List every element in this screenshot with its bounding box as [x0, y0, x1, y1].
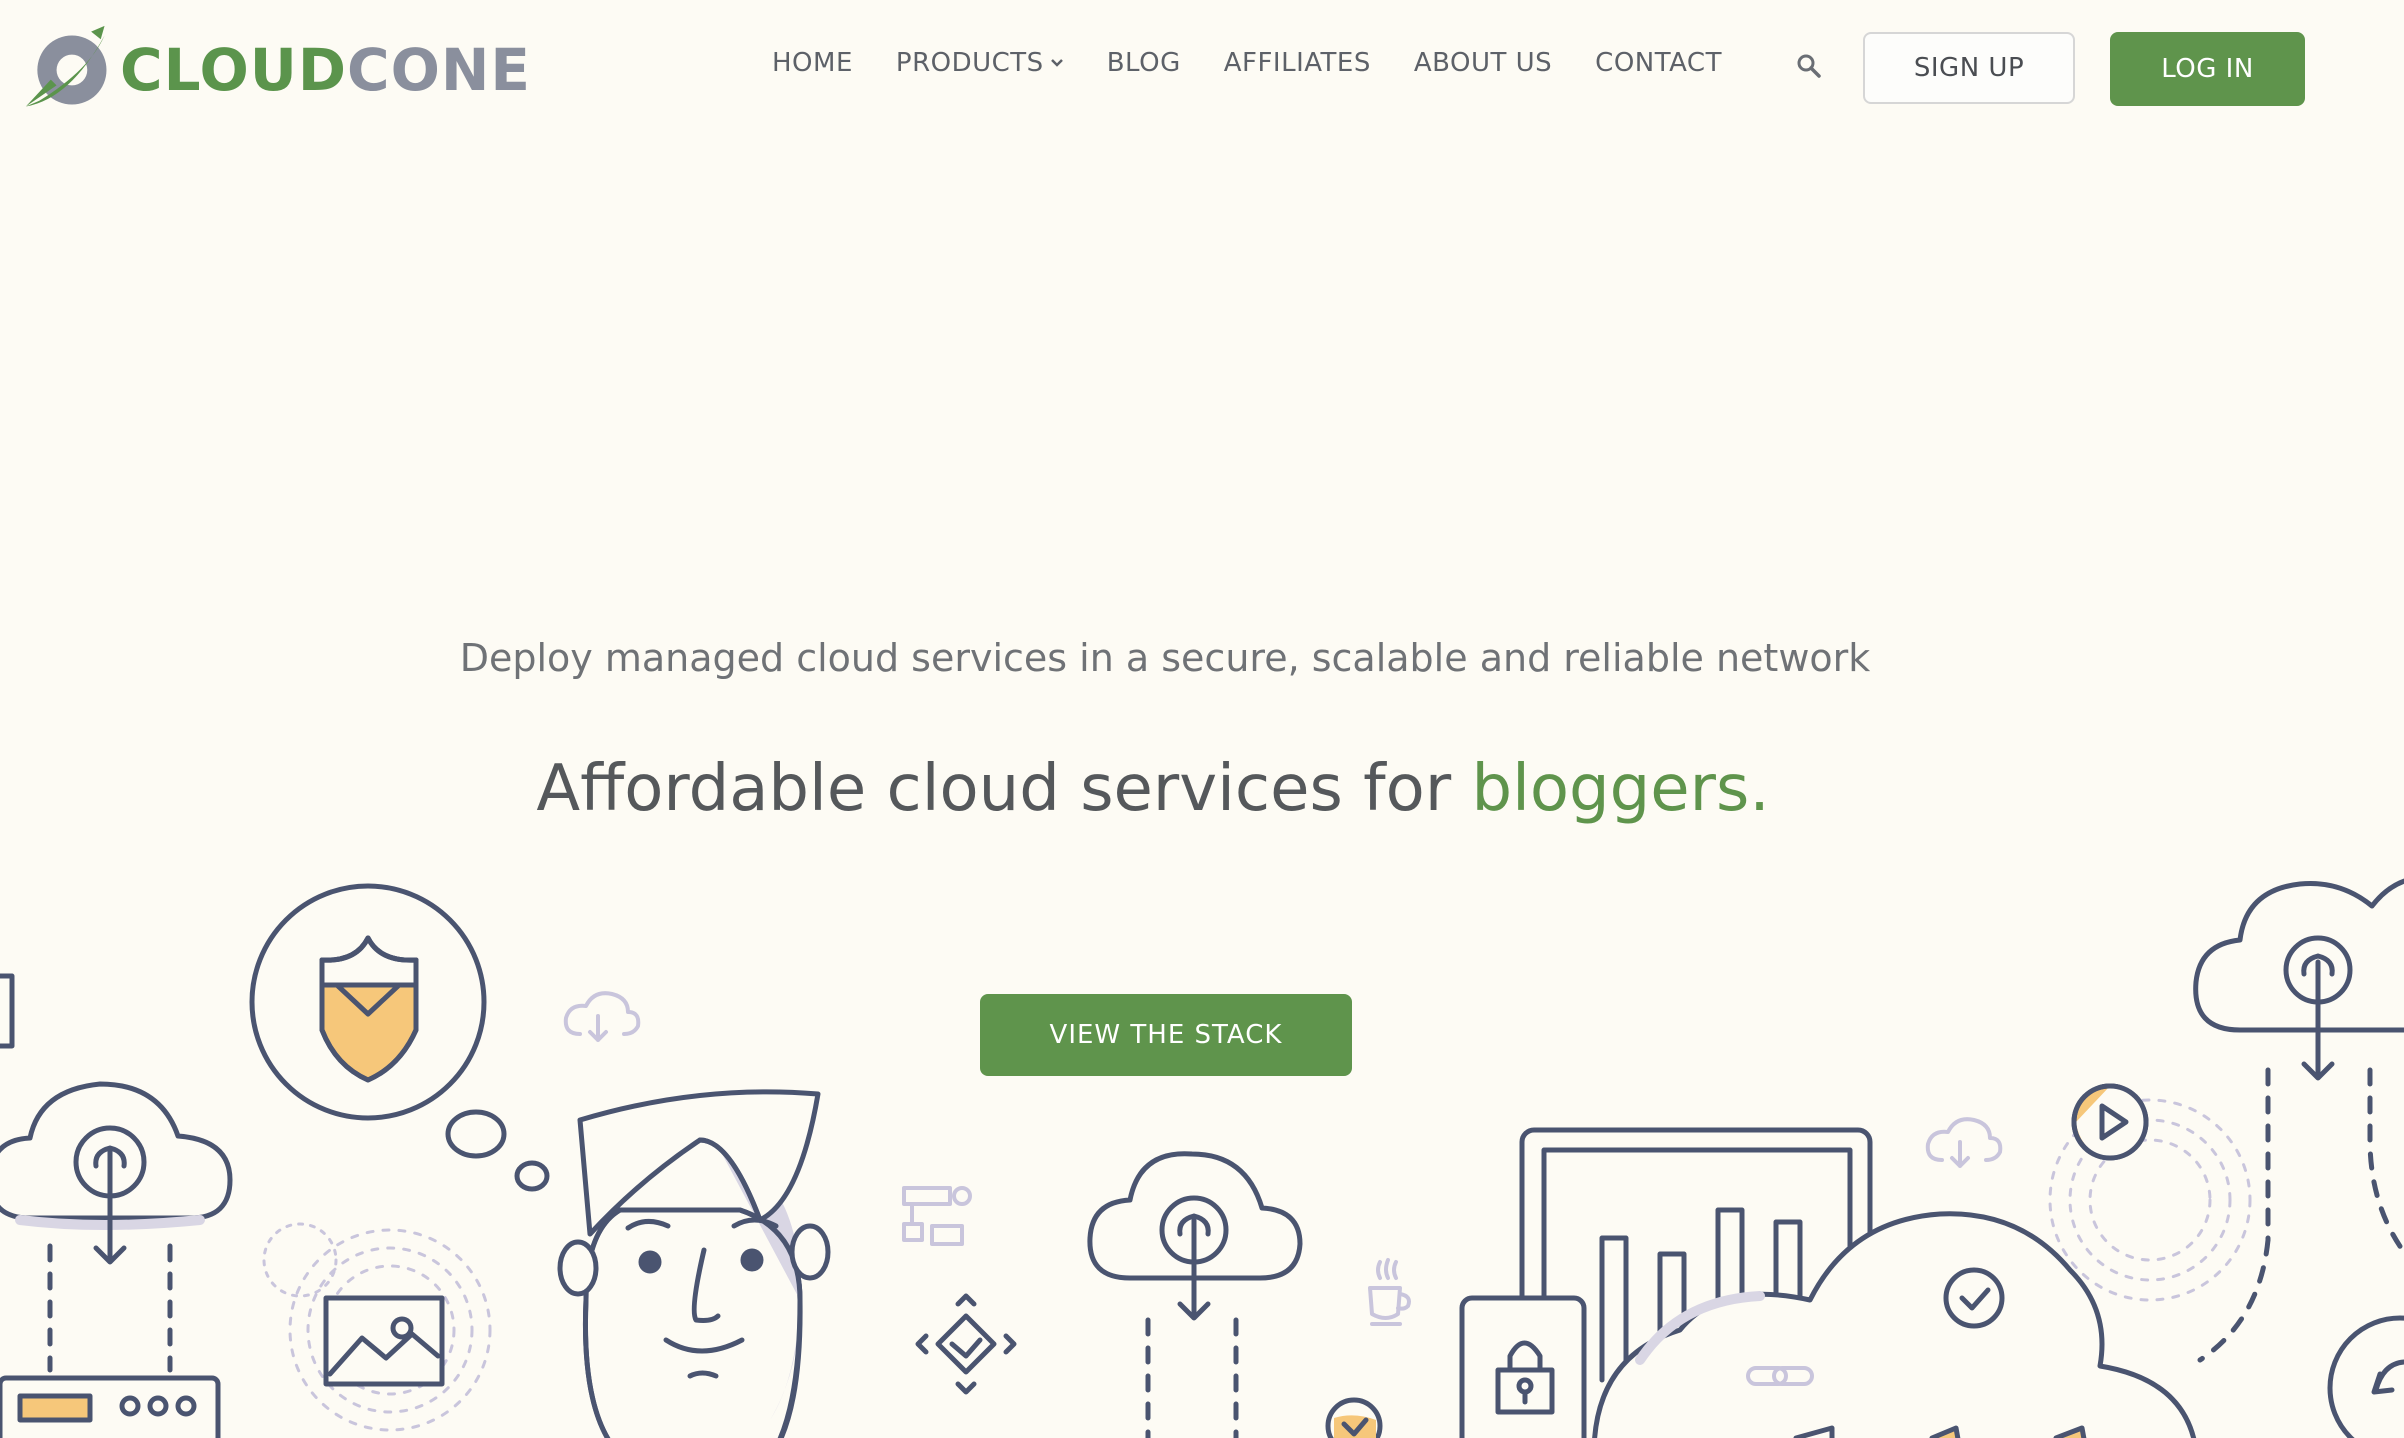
server-icon [0, 1375, 221, 1438]
nav-products-label: PRODUCTS [895, 48, 1044, 78]
brand-name-part2: CONE [347, 36, 532, 104]
play-icon [2071, 1083, 2149, 1161]
nav-blog[interactable]: BLOG [1107, 48, 1181, 78]
image-icon [323, 1295, 445, 1387]
cloudcone-logo-icon [25, 25, 107, 107]
check-badge-icon [1325, 1397, 1383, 1438]
chevron-down-icon [1050, 59, 1063, 67]
hero-subtitle: Deploy managed cloud services in a secur… [459, 636, 1871, 680]
padlock-icon [1459, 1295, 1587, 1438]
nav-about-us-label: ABOUT US [1413, 48, 1553, 78]
main-nav: HOME PRODUCTS BLOG AFFILIATES ABOUT US C… [772, 48, 1765, 78]
nav-home-label: HOME [772, 48, 853, 78]
cloud-upload-center-icon [1087, 1151, 1303, 1438]
nav-contact-label: CONTACT [1595, 48, 1722, 78]
nav-contact[interactable]: CONTACT [1595, 48, 1722, 78]
flowchart-icon [902, 1186, 972, 1246]
search-icon[interactable] [1796, 53, 1822, 79]
hero-illustration [0, 878, 2404, 1438]
partial-card-icon [0, 973, 15, 1049]
cloud-download-small-icon [563, 991, 641, 1042]
diamond-check-icon [915, 1293, 1017, 1395]
site-header: CLOUDCONE HOME PRODUCTS BLOG AFFILIATES … [0, 0, 2404, 135]
cloud-upload-right-icon [2193, 878, 2404, 1363]
brand-logo[interactable]: CLOUDCONE [22, 22, 531, 118]
nav-affiliates-label: AFFILIATES [1223, 48, 1371, 78]
log-in-button[interactable]: LOG IN [2110, 32, 2305, 106]
coffee-cup-icon [1368, 1258, 1411, 1326]
hero-title-prefix: Affordable cloud services for [536, 752, 1472, 826]
hero-title: Affordable cloud services for bloggers. [0, 752, 2306, 826]
brand-name: CLOUDCONE [120, 41, 531, 99]
cloud-download-small-icon-2 [1925, 1117, 2003, 1168]
nav-home[interactable]: HOME [772, 48, 853, 78]
sign-up-button[interactable]: SIGN UP [1863, 32, 2075, 104]
hero-title-accent: bloggers. [1471, 752, 1770, 826]
shield-icon [249, 883, 550, 1192]
brand-name-part1: CLOUD [120, 36, 348, 104]
person-illustration [557, 1089, 831, 1438]
nav-about-us[interactable]: ABOUT US [1414, 48, 1552, 78]
cloud-upload-icon [0, 1081, 233, 1373]
nav-affiliates[interactable]: AFFILIATES [1224, 48, 1371, 78]
refresh-icon [2327, 1315, 2404, 1438]
nav-blog-label: BLOG [1106, 48, 1181, 78]
nav-products[interactable]: PRODUCTS [896, 48, 1064, 78]
